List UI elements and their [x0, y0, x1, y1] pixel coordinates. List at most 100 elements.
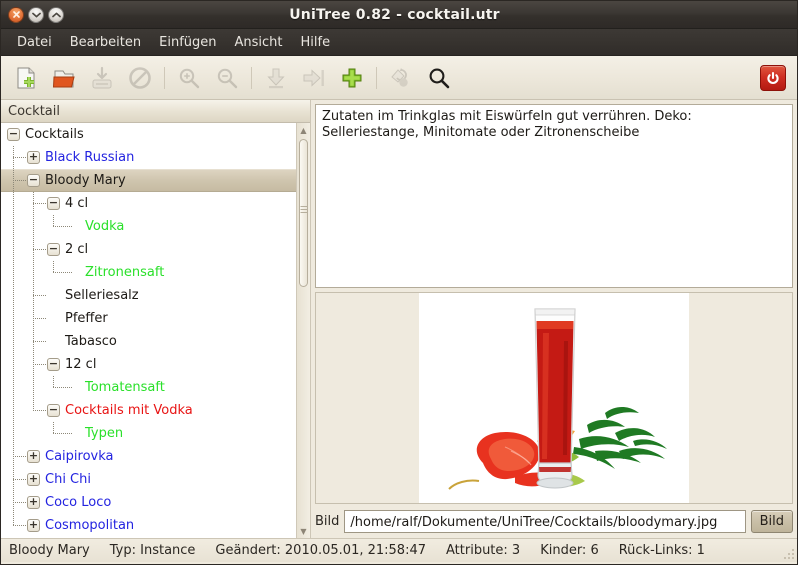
tree-guide-connector: [53, 272, 73, 273]
tree-row[interactable]: + Coco Loco: [1, 491, 296, 514]
collapse-icon[interactable]: −: [7, 128, 20, 141]
menu-ansicht[interactable]: Ansicht: [226, 32, 292, 53]
image-path-label: Bild: [315, 513, 340, 529]
image-browse-button[interactable]: Bild: [750, 509, 793, 533]
tree-row[interactable]: Vodka: [1, 215, 296, 238]
status-type: Typ: Instance: [109, 543, 196, 558]
scroll-thumb[interactable]: [299, 139, 308, 287]
paint-refresh-icon: [391, 67, 408, 87]
tree-row-label: Cocktails: [25, 127, 84, 142]
tree-row[interactable]: − Bloody Mary: [1, 169, 296, 192]
tree-guide-connector: [13, 525, 26, 526]
toolbar-separator-2: [251, 66, 252, 89]
tree-row[interactable]: Zitronensaft: [1, 261, 296, 284]
tree-view[interactable]: − Cocktails + Black Russian − Bloody Mary −4 c…: [1, 123, 296, 538]
tree-row[interactable]: + Chi Chi: [1, 468, 296, 491]
menu-einfuegen[interactable]: Einfügen: [150, 32, 225, 53]
tree-guide-line: [13, 146, 14, 526]
tree-guide-connector: [33, 341, 46, 342]
expand-icon[interactable]: +: [27, 151, 40, 164]
menu-hilfe[interactable]: Hilfe: [292, 32, 340, 53]
expand-icon[interactable]: +: [27, 519, 40, 532]
tree-row[interactable]: Tomatensaft: [1, 376, 296, 399]
tree-row[interactable]: Typen: [1, 422, 296, 445]
scroll-thumb-grip: [300, 204, 307, 215]
image-path-input[interactable]: /home/ralf/Dokumente/UniTree/Cocktails/b…: [344, 509, 746, 533]
collapse-icon[interactable]: −: [27, 174, 40, 187]
tree-row-label: 4 cl: [65, 196, 89, 211]
tree-row[interactable]: − Cocktails: [1, 123, 296, 146]
tree-guide-connector: [13, 456, 26, 457]
description-textarea[interactable]: Zutaten im Trinkglas mit Eiswürfeln gut …: [315, 104, 793, 288]
magnifier-plus-icon: [179, 68, 200, 88]
color-refresh-button[interactable]: [382, 59, 420, 97]
close-button[interactable]: [8, 6, 24, 23]
scroll-down-arrow[interactable]: ▼: [297, 524, 310, 538]
tree-row-label: Caipirovka: [45, 449, 114, 464]
image-preview-area[interactable]: [315, 292, 793, 504]
zoom-out-button[interactable]: [208, 59, 246, 97]
tree-row-label: Cocktails mit Vodka: [65, 403, 193, 418]
chevron-down-icon: [31, 12, 41, 17]
arrow-down-icon: [267, 68, 285, 88]
minimize-button[interactable]: [28, 6, 44, 23]
save-button[interactable]: [83, 59, 121, 97]
tree-guide-connector: [53, 226, 73, 227]
arrow-right-bar-icon: [303, 68, 324, 87]
cancel-button[interactable]: [121, 59, 159, 97]
quit-button[interactable]: [760, 64, 786, 91]
tree-guide-connector: [53, 433, 73, 434]
status-bar: Bloody Mary Typ: Instance Geändert: 2010…: [1, 538, 797, 562]
tree-guide-line: [33, 192, 34, 411]
tree-row-label: Bloody Mary: [45, 173, 126, 188]
add-node-button[interactable]: [333, 59, 371, 97]
tree-guide-connector: [53, 387, 73, 388]
tree-column-header[interactable]: Cocktail: [1, 100, 310, 123]
tree-guide-connector: [33, 410, 46, 411]
tree-row-label: Tabasco: [65, 334, 117, 349]
tree-guide-connector: [33, 249, 46, 250]
collapse-icon[interactable]: −: [47, 197, 60, 210]
tree-guide-connector: [33, 318, 46, 319]
open-folder-button[interactable]: [45, 59, 83, 97]
zoom-in-button[interactable]: [170, 59, 208, 97]
expand-icon[interactable]: +: [27, 496, 40, 509]
search-button[interactable]: [420, 59, 458, 97]
tree-row-label: Selleriesalz: [65, 288, 139, 303]
new-document-button[interactable]: [7, 59, 45, 97]
collapse-icon[interactable]: −: [47, 243, 60, 256]
status-node-name: Bloody Mary: [9, 543, 90, 558]
collapse-icon[interactable]: −: [47, 358, 60, 371]
expand-icon[interactable]: +: [27, 450, 40, 463]
tree-row[interactable]: + Black Russian: [1, 146, 296, 169]
green-plus-icon: [342, 68, 362, 87]
tree-row-label: Vodka: [85, 219, 125, 234]
tree-pane: Cocktail − Cocktails + Black Russian − Bloody…: [1, 100, 311, 538]
toolbar: [1, 56, 797, 100]
close-icon: [12, 11, 20, 18]
menu-bearbeiten[interactable]: Bearbeiten: [61, 32, 150, 53]
move-down-button[interactable]: [257, 59, 295, 97]
move-right-button[interactable]: [295, 59, 333, 97]
tree-row-label: Cosmopolitan: [45, 518, 135, 533]
tree-guide-connector: [13, 180, 26, 181]
tree-guide-connector: [33, 364, 46, 365]
status-children: Kinder: 6: [540, 543, 599, 558]
tree-row[interactable]: + Cosmopolitan: [1, 514, 296, 537]
main-area: Cocktail − Cocktails + Black Russian − Bloody…: [1, 100, 797, 538]
image-path-row: Bild /home/ralf/Dokumente/UniTree/Cockta…: [315, 508, 793, 534]
title-bar: UniTree 0.82 - cocktail.utr: [1, 1, 797, 29]
scroll-up-arrow[interactable]: ▲: [297, 123, 310, 137]
cocktail-glass: [534, 308, 576, 489]
maximize-button[interactable]: [48, 6, 64, 23]
tree-vertical-scrollbar[interactable]: ▲ ▼: [296, 123, 310, 538]
menu-datei[interactable]: Datei: [8, 32, 61, 53]
collapse-icon[interactable]: −: [47, 404, 60, 417]
tree-row-label: Coco Loco: [45, 495, 112, 510]
window-title: UniTree 0.82 - cocktail.utr: [289, 6, 500, 23]
resize-grip[interactable]: [781, 546, 794, 559]
tree-row[interactable]: + Caipirovka: [1, 445, 296, 468]
tree-row-label: Chi Chi: [45, 472, 91, 487]
open-folder-icon: [52, 70, 75, 87]
expand-icon[interactable]: +: [27, 473, 40, 486]
